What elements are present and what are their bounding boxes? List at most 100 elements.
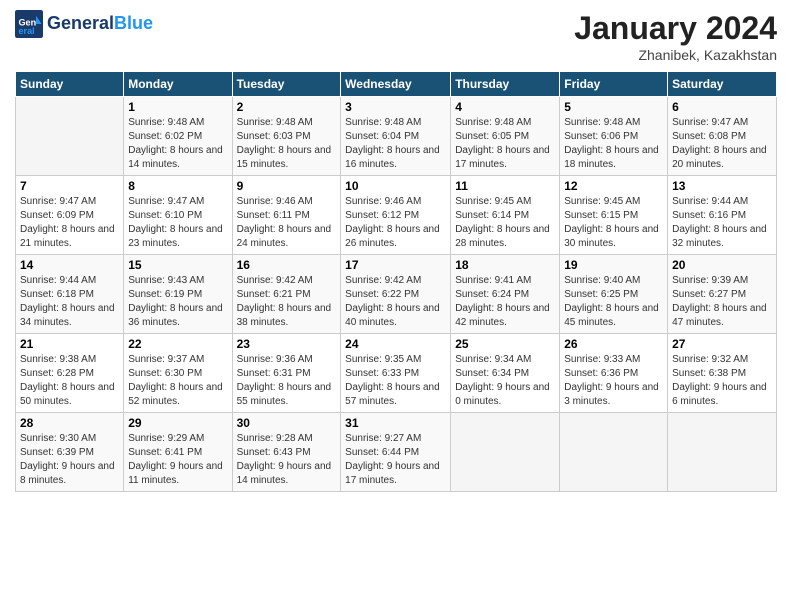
header-tuesday: Tuesday	[232, 72, 341, 97]
day-number: 24	[345, 337, 446, 351]
calendar-week-3: 21Sunrise: 9:38 AMSunset: 6:28 PMDayligh…	[16, 334, 777, 413]
calendar-cell	[451, 413, 560, 492]
title-block: January 2024 Zhanibek, Kazakhstan	[574, 10, 777, 63]
day-info: Sunrise: 9:45 AMSunset: 6:15 PMDaylight:…	[564, 195, 663, 251]
calendar-cell	[668, 413, 777, 492]
calendar-cell: 17 Sunrise: 9:42 AMSunset: 6:22 PMDayligh…	[341, 255, 451, 334]
day-info: Sunrise: 9:48 AMSunset: 6:05 PMDaylight:…	[455, 116, 555, 172]
calendar-week-0: 1 Sunrise: 9:48 AMSunset: 6:02 PMDaylight…	[16, 97, 777, 176]
day-number: 31	[345, 416, 446, 430]
day-info: Sunrise: 9:47 AMSunset: 6:10 PMDaylight:…	[128, 195, 227, 251]
day-info: Sunrise: 9:48 AMSunset: 6:02 PMDaylight:…	[128, 116, 227, 172]
calendar-cell: 27 Sunrise: 9:32 AMSunset: 6:38 PMDayligh…	[668, 334, 777, 413]
day-number: 2	[237, 100, 337, 114]
calendar-cell: 31 Sunrise: 9:27 AMSunset: 6:44 PMDayligh…	[341, 413, 451, 492]
day-info: Sunrise: 9:42 AMSunset: 6:21 PMDaylight:…	[237, 274, 337, 330]
day-number: 19	[564, 258, 663, 272]
calendar-cell: 15Sunrise: 9:43 AMSunset: 6:19 PMDayligh…	[124, 255, 232, 334]
svg-text:eral: eral	[19, 26, 35, 36]
day-info: Sunrise: 9:41 AMSunset: 6:24 PMDaylight:…	[455, 274, 555, 330]
calendar-cell: 10 Sunrise: 9:46 AMSunset: 6:12 PMDayligh…	[341, 176, 451, 255]
calendar-cell: 23 Sunrise: 9:36 AMSunset: 6:31 PMDayligh…	[232, 334, 341, 413]
calendar-cell: 1 Sunrise: 9:48 AMSunset: 6:02 PMDaylight…	[124, 97, 232, 176]
day-number: 5	[564, 100, 663, 114]
day-number: 7	[20, 179, 119, 193]
day-info: Sunrise: 9:48 AMSunset: 6:04 PMDaylight:…	[345, 116, 446, 172]
day-number: 16	[237, 258, 337, 272]
logo-blue: Blue	[114, 13, 153, 33]
day-number: 1	[128, 100, 227, 114]
day-number: 9	[237, 179, 337, 193]
calendar-cell: 9Sunrise: 9:46 AMSunset: 6:11 PMDaylight…	[232, 176, 341, 255]
day-number: 30	[237, 416, 337, 430]
day-info: Sunrise: 9:27 AMSunset: 6:44 PMDaylight:…	[345, 432, 446, 488]
day-info: Sunrise: 9:36 AMSunset: 6:31 PMDaylight:…	[237, 353, 337, 409]
day-info: Sunrise: 9:39 AMSunset: 6:27 PMDaylight:…	[672, 274, 772, 330]
day-number: 8	[128, 179, 227, 193]
calendar-week-2: 14Sunrise: 9:44 AMSunset: 6:18 PMDayligh…	[16, 255, 777, 334]
day-number: 29	[128, 416, 227, 430]
page-header: Gen eral GeneralBlue January 2024 Zhanib…	[15, 10, 777, 63]
day-info: Sunrise: 9:40 AMSunset: 6:25 PMDaylight:…	[564, 274, 663, 330]
calendar-cell: 18 Sunrise: 9:41 AMSunset: 6:24 PMDayligh…	[451, 255, 560, 334]
calendar-table: Sunday Monday Tuesday Wednesday Thursday…	[15, 71, 777, 492]
location: Zhanibek, Kazakhstan	[574, 47, 777, 63]
calendar-cell	[560, 413, 668, 492]
header-monday: Monday	[124, 72, 232, 97]
day-number: 17	[345, 258, 446, 272]
logo-general: General	[47, 13, 114, 33]
day-info: Sunrise: 9:34 AMSunset: 6:34 PMDaylight:…	[455, 353, 555, 409]
logo: Gen eral GeneralBlue	[15, 10, 153, 38]
day-number: 4	[455, 100, 555, 114]
calendar-cell: 2Sunrise: 9:48 AMSunset: 6:03 PMDaylight…	[232, 97, 341, 176]
calendar-cell: 16 Sunrise: 9:42 AMSunset: 6:21 PMDayligh…	[232, 255, 341, 334]
calendar-cell	[16, 97, 124, 176]
day-info: Sunrise: 9:37 AMSunset: 6:30 PMDaylight:…	[128, 353, 227, 409]
day-number: 10	[345, 179, 446, 193]
header-friday: Friday	[560, 72, 668, 97]
calendar-cell: 21Sunrise: 9:38 AMSunset: 6:28 PMDayligh…	[16, 334, 124, 413]
header-sunday: Sunday	[16, 72, 124, 97]
header-saturday: Saturday	[668, 72, 777, 97]
calendar-cell: 22 Sunrise: 9:37 AMSunset: 6:30 PMDayligh…	[124, 334, 232, 413]
day-number: 18	[455, 258, 555, 272]
calendar-cell: 3Sunrise: 9:48 AMSunset: 6:04 PMDaylight…	[341, 97, 451, 176]
day-number: 11	[455, 179, 555, 193]
day-info: Sunrise: 9:28 AMSunset: 6:43 PMDaylight:…	[237, 432, 337, 488]
day-info: Sunrise: 9:32 AMSunset: 6:38 PMDaylight:…	[672, 353, 772, 409]
header-wednesday: Wednesday	[341, 72, 451, 97]
month-year: January 2024	[574, 10, 777, 47]
day-info: Sunrise: 9:33 AMSunset: 6:36 PMDaylight:…	[564, 353, 663, 409]
calendar-cell: 24Sunrise: 9:35 AMSunset: 6:33 PMDayligh…	[341, 334, 451, 413]
logo-icon: Gen eral	[15, 10, 43, 38]
calendar-cell: 6Sunrise: 9:47 AMSunset: 6:08 PMDaylight…	[668, 97, 777, 176]
calendar-cell: 19 Sunrise: 9:40 AMSunset: 6:25 PMDayligh…	[560, 255, 668, 334]
day-info: Sunrise: 9:38 AMSunset: 6:28 PMDaylight:…	[20, 353, 119, 409]
day-number: 23	[237, 337, 337, 351]
calendar-week-4: 28 Sunrise: 9:30 AMSunset: 6:39 PMDayligh…	[16, 413, 777, 492]
day-info: Sunrise: 9:43 AMSunset: 6:19 PMDaylight:…	[128, 274, 227, 330]
calendar-cell: 11 Sunrise: 9:45 AMSunset: 6:14 PMDayligh…	[451, 176, 560, 255]
calendar-body: 1 Sunrise: 9:48 AMSunset: 6:02 PMDaylight…	[16, 97, 777, 492]
day-number: 27	[672, 337, 772, 351]
day-info: Sunrise: 9:46 AMSunset: 6:12 PMDaylight:…	[345, 195, 446, 251]
day-number: 28	[20, 416, 119, 430]
day-info: Sunrise: 9:45 AMSunset: 6:14 PMDaylight:…	[455, 195, 555, 251]
calendar-cell: 29Sunrise: 9:29 AMSunset: 6:41 PMDayligh…	[124, 413, 232, 492]
calendar-cell: 14Sunrise: 9:44 AMSunset: 6:18 PMDayligh…	[16, 255, 124, 334]
day-info: Sunrise: 9:47 AMSunset: 6:09 PMDaylight:…	[20, 195, 119, 251]
header-thursday: Thursday	[451, 72, 560, 97]
day-number: 22	[128, 337, 227, 351]
calendar-cell: 8 Sunrise: 9:47 AMSunset: 6:10 PMDaylight…	[124, 176, 232, 255]
calendar-cell: 4 Sunrise: 9:48 AMSunset: 6:05 PMDaylight…	[451, 97, 560, 176]
calendar-cell: 26Sunrise: 9:33 AMSunset: 6:36 PMDayligh…	[560, 334, 668, 413]
day-info: Sunrise: 9:42 AMSunset: 6:22 PMDaylight:…	[345, 274, 446, 330]
day-number: 25	[455, 337, 555, 351]
day-number: 12	[564, 179, 663, 193]
calendar-cell: 30 Sunrise: 9:28 AMSunset: 6:43 PMDayligh…	[232, 413, 341, 492]
day-info: Sunrise: 9:47 AMSunset: 6:08 PMDaylight:…	[672, 116, 772, 172]
calendar-cell: 7 Sunrise: 9:47 AMSunset: 6:09 PMDaylight…	[16, 176, 124, 255]
calendar-cell: 13Sunrise: 9:44 AMSunset: 6:16 PMDayligh…	[668, 176, 777, 255]
day-info: Sunrise: 9:30 AMSunset: 6:39 PMDaylight:…	[20, 432, 119, 488]
calendar-header-row: Sunday Monday Tuesday Wednesday Thursday…	[16, 72, 777, 97]
